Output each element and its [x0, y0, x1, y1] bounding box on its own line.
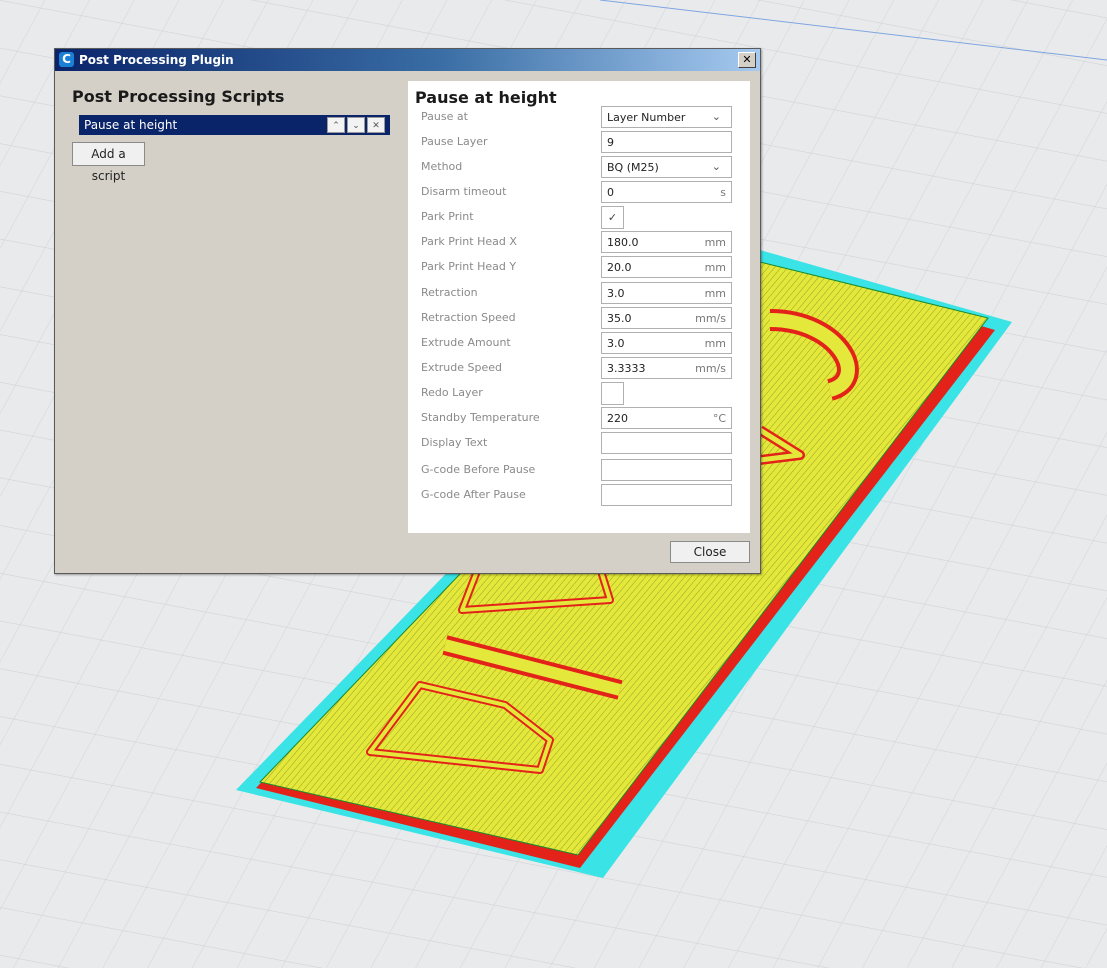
- chevron-down-icon[interactable]: ⌄: [712, 110, 721, 123]
- label-disarm-timeout: Disarm timeout: [421, 185, 507, 198]
- label-retraction-speed: Retraction Speed: [421, 311, 516, 324]
- unit-extrude-speed: mm/s: [695, 362, 726, 375]
- label-park-print-head-y: Park Print Head Y: [421, 260, 517, 273]
- add-script-button[interactable]: Add a script: [72, 142, 145, 183]
- value-extrude-speed: 3.3333: [607, 362, 646, 375]
- value-retraction-speed: 35.0: [607, 312, 632, 325]
- label-extrude-amount: Extrude Amount: [421, 336, 511, 349]
- unit-standby-temperature: °C: [712, 412, 726, 425]
- dropdown-pause-at[interactable]: Layer Number ⌄: [601, 106, 732, 128]
- dropdown-method[interactable]: BQ (M25) ⌄: [601, 156, 732, 178]
- cura-app-icon: C: [59, 52, 74, 67]
- input-retraction[interactable]: 3.0 mm: [601, 282, 732, 304]
- value-extrude-amount: 3.0: [607, 337, 625, 350]
- script-list-item[interactable]: Pause at height ⌃ ⌄ ✕: [79, 115, 390, 135]
- dialog-title: Post Processing Plugin: [79, 53, 234, 67]
- label-display-text: Display Text: [421, 436, 488, 449]
- title-bar[interactable]: C Post Processing Plugin ✕: [55, 49, 760, 71]
- unit-retraction: mm: [704, 287, 726, 300]
- value-standby-temperature: 220: [607, 412, 628, 425]
- value-park-print-head-y: 20.0: [607, 261, 632, 274]
- label-pause-layer: Pause Layer: [421, 135, 488, 148]
- input-disarm-timeout[interactable]: 0s: [601, 181, 732, 203]
- move-up-icon[interactable]: ⌃: [327, 117, 345, 133]
- unit-park-print-head-x: mm: [704, 236, 726, 249]
- move-down-icon[interactable]: ⌄: [347, 117, 365, 133]
- label-pause-at: Pause at: [421, 110, 468, 123]
- value-disarm-timeout: 0: [607, 186, 614, 199]
- label-method: Method: [421, 160, 463, 173]
- input-park-print-head-y[interactable]: 20.0 mm: [601, 256, 732, 278]
- checkbox-redo-layer[interactable]: [601, 382, 624, 405]
- unit-retraction-speed: mm/s: [695, 312, 726, 325]
- post-processing-dialog: C Post Processing Plugin ✕ Post Processi…: [54, 48, 761, 574]
- settings-heading: Pause at height: [415, 88, 557, 107]
- close-button[interactable]: Close: [670, 541, 750, 563]
- value-park-print-head-x: 180.0: [607, 236, 639, 249]
- scripts-heading: Post Processing Scripts: [72, 87, 285, 106]
- input-pause-layer[interactable]: 9: [601, 131, 732, 153]
- label-standby-temperature: Standby Temperature: [421, 411, 540, 424]
- label-extrude-speed: Extrude Speed: [421, 361, 502, 374]
- label-park-print: Park Print: [421, 210, 474, 223]
- unit-disarm-timeout: s: [720, 186, 726, 199]
- input-extrude-amount[interactable]: 3.0 mm: [601, 332, 732, 354]
- label-redo-layer: Redo Layer: [421, 386, 483, 399]
- input-standby-temperature[interactable]: 220 °C: [601, 407, 732, 429]
- label-retraction: Retraction: [421, 286, 478, 299]
- value-retraction: 3.0: [607, 287, 625, 300]
- close-icon[interactable]: ✕: [738, 52, 756, 68]
- label-park-print-head-x: Park Print Head X: [421, 235, 517, 248]
- value-pause-at: Layer Number: [607, 111, 686, 124]
- remove-script-icon[interactable]: ✕: [367, 117, 385, 133]
- label-g-code-after-pause: G-code After Pause: [421, 488, 526, 501]
- unit-extrude-amount: mm: [704, 337, 726, 350]
- input-display-text[interactable]: [601, 432, 732, 454]
- label-g-code-before-pause: G-code Before Pause: [421, 463, 536, 476]
- script-settings-panel: Pause at height Pause at Layer Number ⌄ Pau…: [408, 81, 750, 533]
- input-extrude-speed[interactable]: 3.3333 mm/s: [601, 357, 732, 379]
- input-retraction-speed[interactable]: 35.0 mm/s: [601, 307, 732, 329]
- script-item-label: Pause at height: [84, 118, 178, 132]
- chevron-down-icon[interactable]: ⌄: [712, 160, 721, 173]
- checkbox-park-print[interactable]: ✓: [601, 206, 624, 229]
- input-g-code-after-pause[interactable]: [601, 484, 732, 506]
- input-g-code-before-pause[interactable]: [601, 459, 732, 481]
- value-method: BQ (M25): [607, 161, 659, 174]
- input-park-print-head-x[interactable]: 180.0 mm: [601, 231, 732, 253]
- unit-park-print-head-y: mm: [704, 261, 726, 274]
- value-pause-layer: 9: [607, 136, 614, 149]
